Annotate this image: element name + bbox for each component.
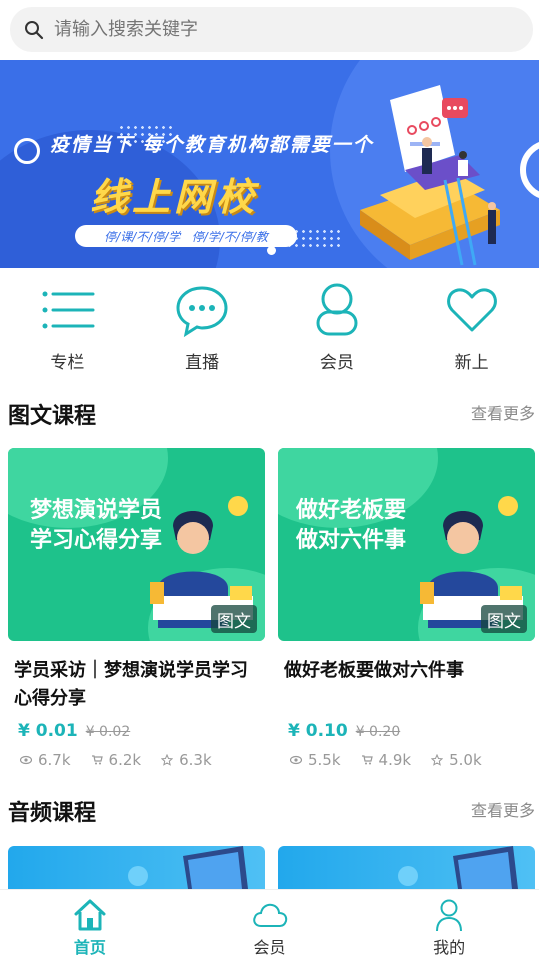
course-price: ¥ 0.01 [18,721,78,741]
bottom-tab-bar: 首页 会员 我的 [0,889,539,959]
tab-profile[interactable]: 我的 [359,890,539,959]
person-icon [316,283,358,336]
quicknav-item-live[interactable]: 直播 [135,268,270,380]
audio-course-cover[interactable] [278,846,535,889]
tab-label: 会员 [253,938,286,957]
banner-title: 线上网校 [90,175,259,219]
search-input[interactable] [54,19,474,40]
cart-icon [91,755,103,765]
star-icon [431,754,444,766]
views-count: 6.7k [38,751,71,769]
course-original-price: ¥ 0.02 [85,724,131,740]
course-title[interactable]: 做好老板要做对六件事 [278,657,535,685]
course-type-badge: 图文 [211,605,257,633]
stat-buys: 6.2k [91,751,142,769]
section-header-graphic: 图文课程 查看更多 [0,392,539,432]
section-header-audio: 音频课程 查看更多 [0,789,539,829]
chat-bubble-icon [176,286,228,338]
list-icon [42,291,95,329]
course-price: ¥ 0.10 [288,721,348,741]
stat-buys: 4.9k [361,751,412,769]
heart-icon [446,288,497,332]
stars-count: 5.0k [449,751,482,769]
search-box[interactable] [10,7,533,52]
quicknav-label: 直播 [185,353,220,373]
user-icon [436,899,463,932]
cart-icon [361,755,373,765]
quicknav-label: 会员 [319,353,354,373]
stars-count: 6.3k [179,751,212,769]
tab-label: 我的 [433,938,466,957]
price-row: ¥ 0.10 ¥ 0.20 [278,721,535,741]
cover-text: 梦想演说学员学习心得分享 [29,498,162,553]
banner-ring [14,138,40,164]
course-stats: 6.7k 6.2k 6.3k [8,751,265,769]
tab-label: 首页 [73,938,106,957]
course-original-price: ¥ 0.20 [355,724,401,740]
audio-cover-illustration [128,846,248,889]
course-type-badge: 图文 [481,605,527,633]
search-bar [0,0,539,60]
quicknav-item-new[interactable]: 新上 [404,268,539,380]
quicknav-item-column[interactable]: 专栏 [0,268,135,380]
stat-stars: 6.3k [161,751,212,769]
banner-page-indicator[interactable] [267,246,276,255]
views-count: 5.5k [308,751,341,769]
section-title: 图文课程 [8,404,97,429]
eye-icon [20,755,32,765]
quick-nav: 专栏 直播 会员 新上 [0,268,539,380]
search-icon [25,20,44,39]
tab-member[interactable]: 会员 [180,890,360,959]
quicknav-label: 专栏 [50,353,85,373]
course-cover: 做好老板要做对六件事 图文 [278,448,535,641]
audio-cover-illustration [398,846,518,889]
banner-headline: 疫情当下 每个教育机构都需要一个 [50,134,374,156]
banner-slogan: 停/课/不/停/学 停/学/不/停/教 [75,225,297,247]
cover-text: 做好老板要做对六件事 [296,498,407,553]
course-card[interactable]: 做好老板要做对六件事 图文 做好老板要做对六件事 ¥ 0.10 ¥ 0.20 5… [278,448,535,769]
view-more-link[interactable]: 查看更多 [471,400,535,424]
quicknav-item-member[interactable]: 会员 [270,268,405,380]
stat-stars: 5.0k [431,751,482,769]
banner-illustration [360,85,500,266]
stat-views: 5.5k [290,751,341,769]
view-more-link[interactable]: 查看更多 [471,797,535,821]
price-row: ¥ 0.01 ¥ 0.02 [8,721,265,741]
quicknav-label: 新上 [454,353,489,373]
course-card[interactable]: 梦想演说学员学习心得分享 图文 学员采访｜梦想演说学员学习心得分享 ¥ 0.01… [8,448,265,769]
course-cover: 梦想演说学员学习心得分享 图文 [8,448,265,641]
course-title[interactable]: 学员采访｜梦想演说学员学习心得分享 [8,657,265,713]
eye-icon [290,755,302,765]
home-icon [74,899,106,931]
buys-count: 4.9k [378,751,412,769]
audio-course-cover[interactable] [8,846,265,889]
course-stats: 5.5k 4.9k 5.0k [278,751,535,769]
tab-home[interactable]: 首页 [0,890,180,959]
section-title: 音频课程 [8,801,97,826]
cloud-icon [252,903,287,927]
star-icon [161,754,174,766]
buys-count: 6.2k [108,751,142,769]
stat-views: 6.7k [20,751,71,769]
